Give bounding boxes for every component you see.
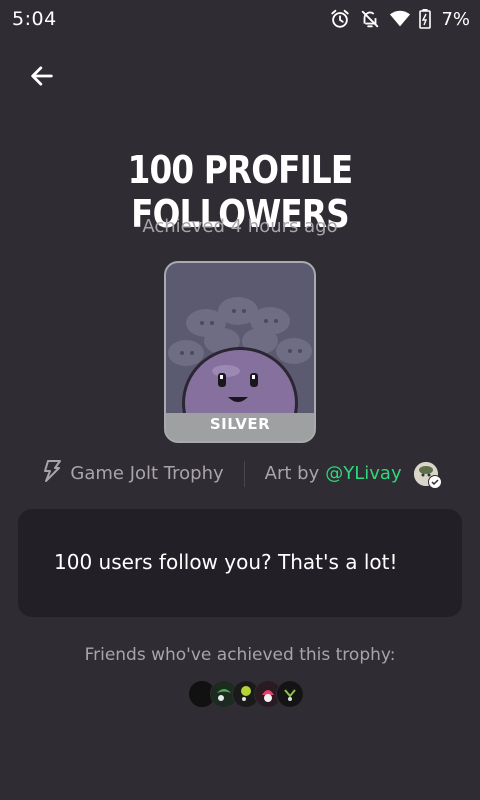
trophy-source: Game Jolt Trophy [42, 460, 224, 487]
friend-avatar[interactable] [276, 680, 304, 708]
status-icons: 7% [329, 8, 470, 30]
battery-icon [419, 9, 432, 29]
notifications-off-icon [359, 8, 381, 30]
trophy-description: 100 users follow you? That's a lot! [54, 550, 398, 574]
art-credit: Art by @YLivay [264, 461, 442, 489]
alarm-icon [329, 8, 351, 30]
trophy-image-card[interactable]: SILVER [164, 261, 316, 443]
artist-avatar[interactable] [413, 461, 442, 489]
trophy-artwork [166, 263, 314, 413]
trophy-meta-row: Game Jolt Trophy Art by @YLivay [0, 460, 480, 489]
friends-label: Friends who've achieved this trophy: [84, 645, 396, 665]
friend-avatars [188, 680, 304, 708]
trophy-source-label: Game Jolt Trophy [70, 463, 224, 484]
verified-icon [427, 474, 442, 489]
status-time: 5:04 [12, 8, 57, 30]
wifi-icon [389, 9, 411, 29]
game-jolt-icon [42, 460, 62, 487]
trophy-description-card: 100 users follow you? That's a lot! [18, 509, 462, 617]
arrow-left-icon [28, 62, 56, 94]
art-by-label: Art by [264, 463, 320, 484]
battery-percentage: 7% [441, 8, 470, 30]
status-bar: 5:04 7% [0, 0, 480, 38]
meta-divider [243, 460, 245, 487]
back-button[interactable] [24, 60, 60, 96]
achieved-time: Achieved 4 hours ago [142, 216, 338, 237]
trophy-tier-label: SILVER [209, 415, 271, 433]
artist-link[interactable]: @YLivay [325, 463, 401, 484]
